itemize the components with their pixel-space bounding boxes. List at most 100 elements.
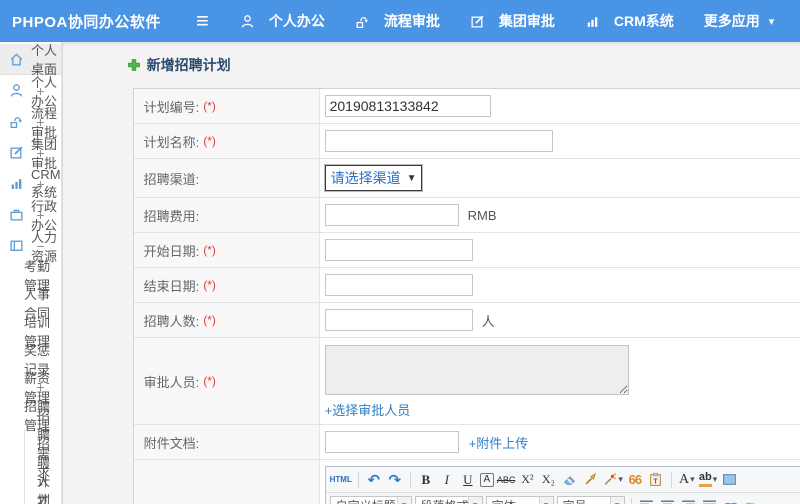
form-row-plan-name: 计划名称: (*) bbox=[133, 124, 800, 159]
toolbar-separator bbox=[409, 471, 411, 488]
main-content: 新增招聘计划 计划编号:(*) 计划名称:(*) 招聘渠道: 请选择渠道 bbox=[62, 42, 800, 504]
caret-down-icon: ▾ bbox=[768, 15, 775, 28]
font-size-select[interactable]: 字号▾ bbox=[556, 495, 625, 504]
caret-down-icon: ▾ bbox=[396, 496, 411, 504]
blockquote-button[interactable]: 66 bbox=[626, 470, 644, 490]
nav-item-more-apps[interactable]: 更多应用 ▾ bbox=[689, 0, 790, 42]
link-icon[interactable] bbox=[722, 496, 740, 504]
form-row-approver: 审批人员: (*) +选择审批人员 bbox=[133, 338, 800, 425]
caret-down-icon: ▾ bbox=[690, 474, 695, 484]
align-justify-icon[interactable] bbox=[701, 496, 719, 504]
end-date-input[interactable] bbox=[324, 274, 473, 296]
field-label: 招聘费用: bbox=[143, 208, 200, 224]
sidebar-item-label: 人才库 bbox=[37, 473, 51, 504]
form-row-fee: 招聘费用: RMB bbox=[133, 198, 800, 233]
caret-down-icon: ▾ bbox=[609, 496, 624, 504]
align-left-icon[interactable] bbox=[638, 496, 656, 504]
expand-marker[interactable]: + bbox=[36, 83, 44, 99]
required-marker: (*) bbox=[203, 243, 216, 257]
underline-button[interactable]: U bbox=[459, 470, 477, 490]
required-marker: (*) bbox=[203, 134, 216, 148]
nav-item-workflow-approval[interactable]: 流程审批 bbox=[340, 0, 455, 42]
unlink-icon[interactable] bbox=[743, 496, 761, 504]
recruit-plan-form: 计划编号:(*) 计划名称:(*) 招聘渠道: 请选择渠道 ▼ bbox=[132, 88, 800, 504]
sidebar-item-group-approval[interactable]: 集团审批 + bbox=[0, 137, 61, 171]
field-label: 附件文档: bbox=[143, 435, 200, 451]
custom-title-select[interactable]: 自定义标题▾ bbox=[329, 495, 412, 504]
required-marker: (*) bbox=[203, 313, 216, 327]
top-header: PHPOA协同办公软件 ≡ 个人办公 流程审批 集团审批 CRM系统 更多应用 … bbox=[0, 0, 800, 42]
sidebar-item-recruitment[interactable]: 招聘管理 − bbox=[0, 399, 61, 433]
expand-marker[interactable]: − bbox=[36, 407, 44, 423]
book-icon bbox=[9, 238, 24, 253]
edit-icon bbox=[9, 145, 24, 160]
caret-down-icon: ▾ bbox=[538, 496, 553, 504]
align-center-icon[interactable] bbox=[659, 496, 677, 504]
fee-input[interactable] bbox=[324, 204, 459, 226]
start-date-input[interactable] bbox=[324, 239, 473, 261]
flow-icon bbox=[355, 14, 370, 29]
plan-no-input[interactable] bbox=[324, 95, 491, 117]
headcount-input[interactable] bbox=[324, 309, 473, 331]
approver-textarea[interactable] bbox=[324, 345, 629, 395]
sidebar-item-talent-pool[interactable]: 人才库 bbox=[25, 474, 61, 504]
italic-button[interactable]: I bbox=[438, 470, 456, 490]
attachment-input[interactable] bbox=[324, 431, 459, 453]
border-text-button[interactable]: A bbox=[479, 472, 494, 487]
font-color-label: A bbox=[679, 471, 690, 487]
page-title: 新增招聘计划 bbox=[127, 55, 800, 75]
required-marker: (*) bbox=[203, 99, 216, 113]
align-right-icon[interactable] bbox=[680, 496, 698, 504]
magic-wand-icon[interactable]: ▾ bbox=[602, 470, 623, 490]
choose-approver-link[interactable]: +选择审批人员 bbox=[325, 400, 411, 419]
expand-marker[interactable]: + bbox=[36, 176, 44, 192]
superscript-button[interactable]: X² bbox=[518, 470, 536, 490]
html-source-button[interactable]: HTML bbox=[330, 470, 352, 490]
nav-label: 流程审批 bbox=[383, 13, 440, 29]
expand-marker[interactable]: + bbox=[36, 114, 44, 130]
nav-label: 更多应用 bbox=[703, 13, 760, 29]
app-logo: PHPOA协同办公软件 bbox=[12, 13, 161, 31]
nav-label: 集团审批 bbox=[498, 13, 555, 29]
field-label: 招聘人数: bbox=[143, 313, 200, 329]
nav-label: CRM系统 bbox=[613, 13, 674, 29]
upload-attachment-link[interactable]: +附件上传 bbox=[469, 433, 529, 452]
nav-item-personal-office[interactable]: 个人办公 bbox=[225, 0, 340, 42]
eraser-icon[interactable] bbox=[560, 470, 578, 490]
svg-text:T: T bbox=[654, 476, 659, 485]
expand-marker[interactable]: + bbox=[36, 145, 44, 161]
subscript-button[interactable]: X₂ bbox=[539, 470, 557, 490]
editor-label-cell bbox=[133, 460, 320, 504]
sidebar-item-workflow-approval[interactable]: 流程审批 + bbox=[0, 106, 61, 140]
sidebar-item-crm[interactable]: CRM系统 + bbox=[0, 167, 61, 200]
expand-marker[interactable]: − bbox=[36, 238, 44, 254]
channel-select[interactable]: 请选择渠道 ▼ bbox=[324, 165, 422, 191]
bold-button[interactable]: B bbox=[417, 470, 435, 490]
field-label: 审批人员: bbox=[143, 374, 200, 390]
highlight-color-button[interactable]: ab ▾ bbox=[698, 470, 717, 490]
expand-marker[interactable]: + bbox=[36, 207, 44, 223]
top-nav: 个人办公 流程审批 集团审批 CRM系统 更多应用 ▾ bbox=[225, 0, 789, 42]
field-label: 结束日期: bbox=[143, 278, 200, 294]
font-color-button[interactable]: A ▾ bbox=[678, 470, 696, 490]
required-marker: (*) bbox=[203, 278, 216, 292]
expand-marker[interactable]: + bbox=[36, 379, 44, 395]
sidebar-item-admin-office[interactable]: 行政办公 + bbox=[0, 199, 61, 233]
undo-icon[interactable]: ↶ bbox=[365, 470, 383, 490]
form-row-start-date: 开始日期: (*) bbox=[133, 233, 800, 268]
paste-text-icon[interactable]: T bbox=[647, 470, 665, 490]
clipped-toolbar-icon[interactable] bbox=[720, 470, 738, 490]
nav-item-crm[interactable]: CRM系统 bbox=[570, 0, 689, 42]
plan-name-input[interactable] bbox=[324, 130, 553, 152]
sidebar-item-desktop[interactable]: 个人桌面 bbox=[0, 43, 61, 77]
paragraph-format-select[interactable]: 段落格式▾ bbox=[414, 495, 483, 504]
strikethrough-button[interactable]: ABC bbox=[497, 470, 516, 490]
select-label: 字号 bbox=[558, 497, 610, 504]
redo-icon[interactable]: ↷ bbox=[386, 470, 404, 490]
hamburger-icon[interactable]: ≡ bbox=[196, 10, 209, 32]
highlight-label: ab bbox=[698, 472, 712, 487]
sidebar-item-personal-office[interactable]: 个人办公 + bbox=[0, 75, 61, 109]
format-brush-icon[interactable] bbox=[581, 470, 599, 490]
font-family-select[interactable]: 字体▾ bbox=[485, 495, 554, 504]
nav-item-group-approval[interactable]: 集团审批 bbox=[455, 0, 570, 42]
